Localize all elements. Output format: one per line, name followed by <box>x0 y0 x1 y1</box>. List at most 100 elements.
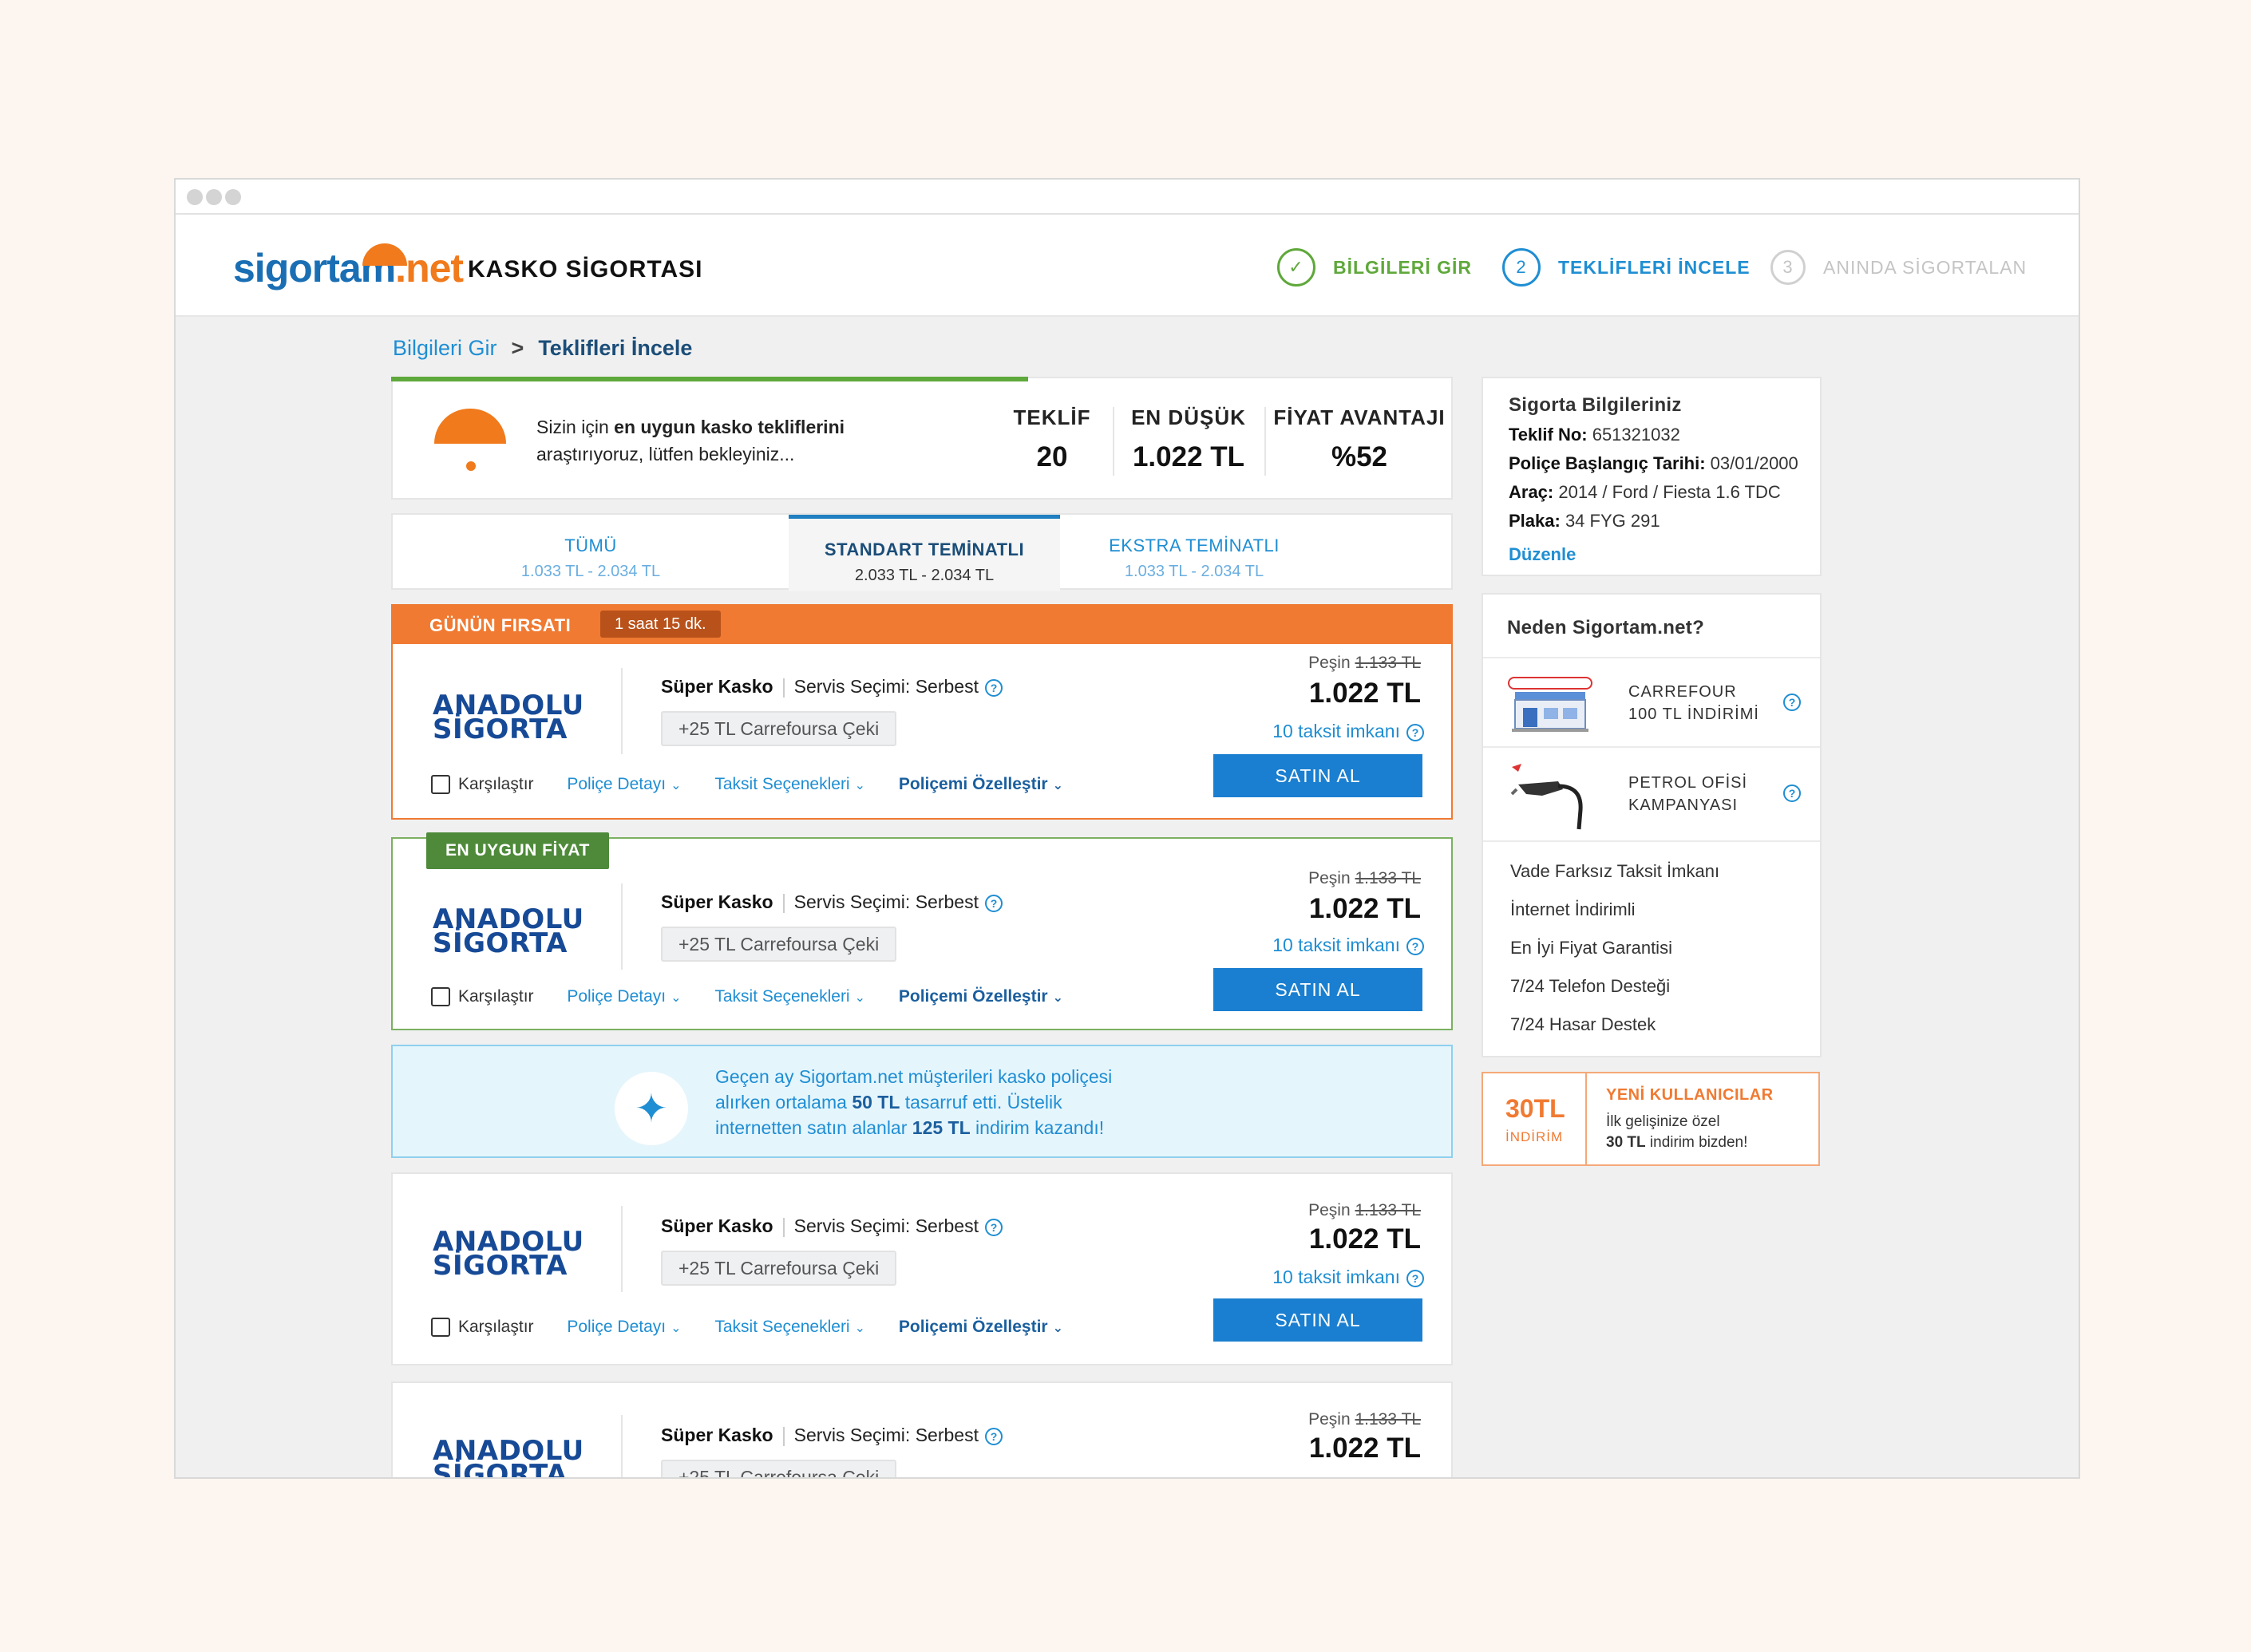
compare-label[interactable]: Karşılaştır <box>458 775 534 793</box>
search-progress-panel: Sizin için en uygun kasko tekliflerini a… <box>391 377 1453 500</box>
stat-value: 20 <box>1036 441 1068 472</box>
installment-label: taksit imkanı <box>1298 721 1400 741</box>
divider <box>621 883 623 970</box>
installment-count: 10 <box>1272 1267 1293 1287</box>
tab-tumu[interactable]: TÜMÜ 1.033 TL - 2.034 TL <box>393 515 789 591</box>
compare-checkbox[interactable] <box>431 775 450 795</box>
edit-link[interactable]: Düzenle <box>1509 544 1820 565</box>
umbrella-icon <box>434 409 506 444</box>
installment-option[interactable]: 10 taksit imkanı? <box>1272 721 1424 742</box>
step-teklifleri-incele[interactable]: 2 TEKLİFLERİ İNCELE <box>1502 248 1751 287</box>
chevron-down-icon: ⌄ <box>671 779 682 792</box>
breadcrumb-separator: > <box>511 336 524 360</box>
policy-details-link[interactable]: Poliçe Detayı ⌄ <box>567 775 681 793</box>
insurer-logo: ANADOLU SİGORTA <box>433 1228 584 1279</box>
stat-offer-count: TEKLİF 20 <box>1004 405 1100 473</box>
discount-description: İlk gelişinize özel 30 TL indirim bizden! <box>1606 1113 1748 1151</box>
customize-policy-link[interactable]: Poliçemi Özelleştir ⌄ <box>899 775 1063 793</box>
cash-label: Peşin <box>1308 1201 1351 1219</box>
offer-footer: Karşılaştır Poliçe Detayı ⌄ Taksit Seçene… <box>431 775 1063 795</box>
insurance-info-title: Sigorta Bilgileriniz <box>1509 394 1682 416</box>
help-icon[interactable]: ? <box>1783 785 1801 802</box>
service-choice: Servis Seçimi: Serbest <box>793 891 979 912</box>
help-icon[interactable]: ? <box>1783 694 1801 711</box>
customize-policy-link[interactable]: Poliçemi Özelleştir ⌄ <box>899 987 1063 1006</box>
installment-options-link[interactable]: Taksit Seçenekleri ⌄ <box>714 775 865 793</box>
site-logo[interactable]: sigortam.net <box>233 243 464 293</box>
offer-card: ANADOLU SİGORTA Süper Kasko Servis Seçimi:… <box>391 1381 1453 1477</box>
tab-standart-teminatli[interactable]: STANDART TEMİNATLI 2.033 TL - 2.034 TL <box>789 515 1060 591</box>
product-name: Süper Kasko <box>661 1425 773 1445</box>
cash-price-original: Peşin 1.133 TL <box>1308 1410 1421 1429</box>
installment-label: taksit imkanı <box>1298 935 1400 955</box>
search-progress-bar <box>391 377 1028 381</box>
installment-options-link[interactable]: Taksit Seçenekleri ⌄ <box>714 987 865 1006</box>
fuel-nozzle-icon <box>1510 764 1583 830</box>
product-line: Süper Kasko Servis Seçimi: Serbest? <box>661 1215 1003 1237</box>
stat-label: EN DÜŞÜK <box>1131 405 1246 429</box>
chevron-down-icon: ⌄ <box>671 1322 682 1335</box>
help-icon[interactable]: ? <box>984 1218 1003 1236</box>
tab-ekstra-teminatli[interactable]: EKSTRA TEMİNATLI 1.033 TL - 2.034 TL <box>1060 515 1328 591</box>
chevron-down-icon: ⌄ <box>1052 1322 1064 1335</box>
product-name: Süper Kasko <box>661 891 773 912</box>
help-icon[interactable]: ? <box>1406 723 1424 741</box>
service-choice: Servis Seçimi: Serbest <box>793 1425 979 1445</box>
step-bilgileri-gir[interactable]: ✓ BİLGİLERİ GİR <box>1277 248 1472 287</box>
offer-card: ANADOLU SİGORTA Süper Kasko Servis Seçimi:… <box>391 1172 1453 1365</box>
umbrella-dot-icon <box>466 461 476 471</box>
chevron-down-icon: ⌄ <box>854 1322 866 1335</box>
offer-footer: Karşılaştır Poliçe Detayı ⌄ Taksit Seçene… <box>431 987 1063 1007</box>
help-icon[interactable]: ? <box>984 894 1003 912</box>
offer-card-best-price: EN UYGUN FİYAT ANADOLU SİGORTA Süper Kask… <box>391 832 1453 1030</box>
step-label: TEKLİFLERİ İNCELE <box>1558 256 1751 278</box>
installment-option[interactable]: 10 taksit imkanı? <box>1272 935 1424 956</box>
compare-checkbox[interactable] <box>431 987 450 1007</box>
site-header: sigortam.net KASKO SİGORTASI ✓ BİLGİLERİ… <box>176 215 2079 317</box>
buy-button[interactable]: SATIN AL <box>1213 968 1422 1011</box>
buy-button[interactable]: SATIN AL <box>1213 754 1422 797</box>
gift-voucher: +25 TL Carrefoursa Çeki <box>661 1251 897 1286</box>
installment-option[interactable]: 10 taksit imkanı? <box>1272 1267 1424 1288</box>
logo-text-accent: .net <box>395 246 464 290</box>
step-label: ANINDA SİGORTALAN <box>1823 256 2027 278</box>
customize-policy-link[interactable]: Poliçemi Özelleştir ⌄ <box>899 1318 1063 1336</box>
breadcrumb-bilgileri-gir[interactable]: Bilgileri Gir <box>393 336 497 360</box>
promo-carrefour[interactable]: CARREFOUR 100 TL İNDİRİMİ ? <box>1483 658 1820 748</box>
tab-price-range: 2.033 TL - 2.034 TL <box>854 567 995 584</box>
feature-item: İnternet İndirimli <box>1510 899 1636 919</box>
tab-price-range: 1.033 TL - 2.034 TL <box>520 563 661 580</box>
promo-petrol-ofisi[interactable]: PETROL OFİSİ KAMPANYASI ? <box>1483 748 1820 842</box>
help-icon[interactable]: ? <box>984 678 1003 697</box>
cash-label: Peşin <box>1308 654 1351 672</box>
feature-item: En İyi Fiyat Garantisi <box>1510 938 1672 958</box>
carrefour-store-icon <box>1508 677 1592 732</box>
buy-button[interactable]: SATIN AL <box>1213 1298 1422 1342</box>
discount-label: İNDİRİM <box>1505 1129 1564 1144</box>
compare-label[interactable]: Karşılaştır <box>458 1318 534 1336</box>
info-row-start-date: Poliçe Başlangıç Tarihi: 03/01/2000 <box>1509 453 1798 473</box>
why-sigortam-panel: Neden Sigortam.net? CARREFOUR 100 TL İNDİ… <box>1482 593 1822 1057</box>
offer-card: ANADOLU SİGORTA Süper Kasko Servis Seçimi:… <box>391 644 1453 820</box>
divider <box>1113 407 1114 476</box>
compare-checkbox[interactable] <box>431 1318 450 1338</box>
help-icon[interactable]: ? <box>984 1427 1003 1445</box>
policy-details-link[interactable]: Poliçe Detayı ⌄ <box>567 1318 681 1336</box>
check-icon: ✓ <box>1277 248 1315 287</box>
installment-count: 10 <box>1272 721 1293 741</box>
feature-item: Vade Farksız Taksit İmkanı <box>1510 861 1720 881</box>
window-dot-minimize[interactable] <box>206 189 222 205</box>
new-user-discount-card[interactable]: 30TL İNDİRİM YENİ KULLANICILAR İlk geliş… <box>1482 1072 1820 1166</box>
window-dot-maximize[interactable] <box>225 189 241 205</box>
help-icon[interactable]: ? <box>1406 937 1424 955</box>
window-dot-close[interactable] <box>187 189 203 205</box>
divider <box>621 1206 623 1292</box>
compare-label[interactable]: Karşılaştır <box>458 987 534 1006</box>
stat-label: TEKLİF <box>1013 405 1091 429</box>
policy-details-link[interactable]: Poliçe Detayı ⌄ <box>567 987 681 1006</box>
installment-options-link[interactable]: Taksit Seçenekleri ⌄ <box>714 1318 865 1336</box>
insurer-logo-line2: SİGORTA <box>433 1250 568 1282</box>
tab-title: EKSTRA TEMİNATLI <box>1109 536 1280 555</box>
cash-price-original: Peşin 1.133 TL <box>1308 654 1421 673</box>
help-icon[interactable]: ? <box>1406 1269 1424 1287</box>
